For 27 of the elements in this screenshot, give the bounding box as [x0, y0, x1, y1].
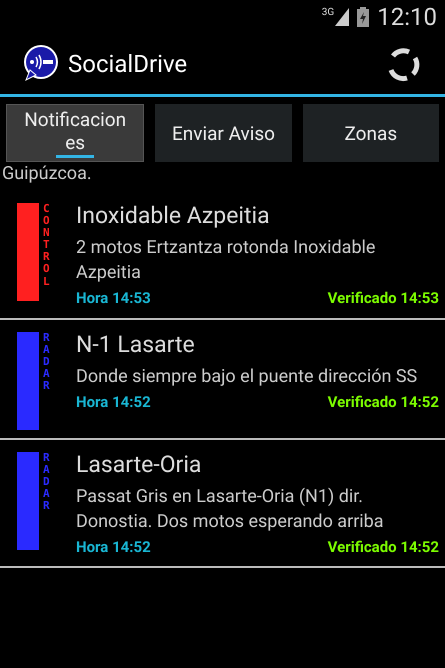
tab[interactable]: Enviar Aviso [155, 104, 292, 162]
category-label: RADAR [43, 332, 51, 392]
tab[interactable]: Notificaciones [6, 104, 144, 162]
alert-item[interactable]: RADAR Lasarte-Oria Passat Gris en Lasarte-Oria (N1) dir. Donostia. Dos motos esperando arriba Hora 14:52 Verificado 14:52 [0, 440, 445, 568]
alert-time: Hora 14:52 [76, 392, 151, 412]
signal-icon [335, 8, 350, 26]
category-label: CONTROL [43, 203, 51, 288]
alert-item[interactable]: RADAR N-1 Lasarte Donde siempre bajo el puente dirección SS Hora 14:52 Verificado 14:52 [0, 320, 445, 440]
alert-description: Passat Gris en Lasarte-Oria (N1) dir. Donostia. Dos motos esperando arriba [76, 484, 385, 534]
network-type: 3G [322, 8, 334, 18]
alert-time: Hora 14:53 [76, 288, 151, 309]
verified-time: Verificado 14:53 [328, 288, 439, 309]
battery-icon [357, 6, 370, 26]
app-title: SocialDrive [68, 48, 188, 80]
alert-title: Lasarte-Oria [76, 452, 202, 478]
alert-title: N-1 Lasarte [76, 332, 196, 358]
verified-time: Verificado 14:52 [328, 392, 439, 412]
alert-title: Inoxidable Azpeitia [76, 203, 271, 229]
tab[interactable]: Zonas [302, 104, 439, 162]
region-label: Guipúzcoa. [1, 163, 93, 185]
verified-time: Verificado 14:52 [328, 536, 439, 558]
category-label: RADAR [43, 452, 51, 512]
alert-description: Donde siempre bajo el puente dirección SS [76, 364, 418, 388]
alert-time: Hora 14:52 [76, 536, 151, 558]
alert-description: 2 motos Ertzantza rotonda Inoxidable Azpeitia [76, 236, 376, 285]
status-time: 12:10 [377, 4, 437, 28]
alert-item[interactable]: CONTROL Inoxidable Azpeitia 2 motos Ertzantza rotonda Inoxidable Azpeitia Hora 14:53 Verificado 14:53 [0, 191, 445, 320]
